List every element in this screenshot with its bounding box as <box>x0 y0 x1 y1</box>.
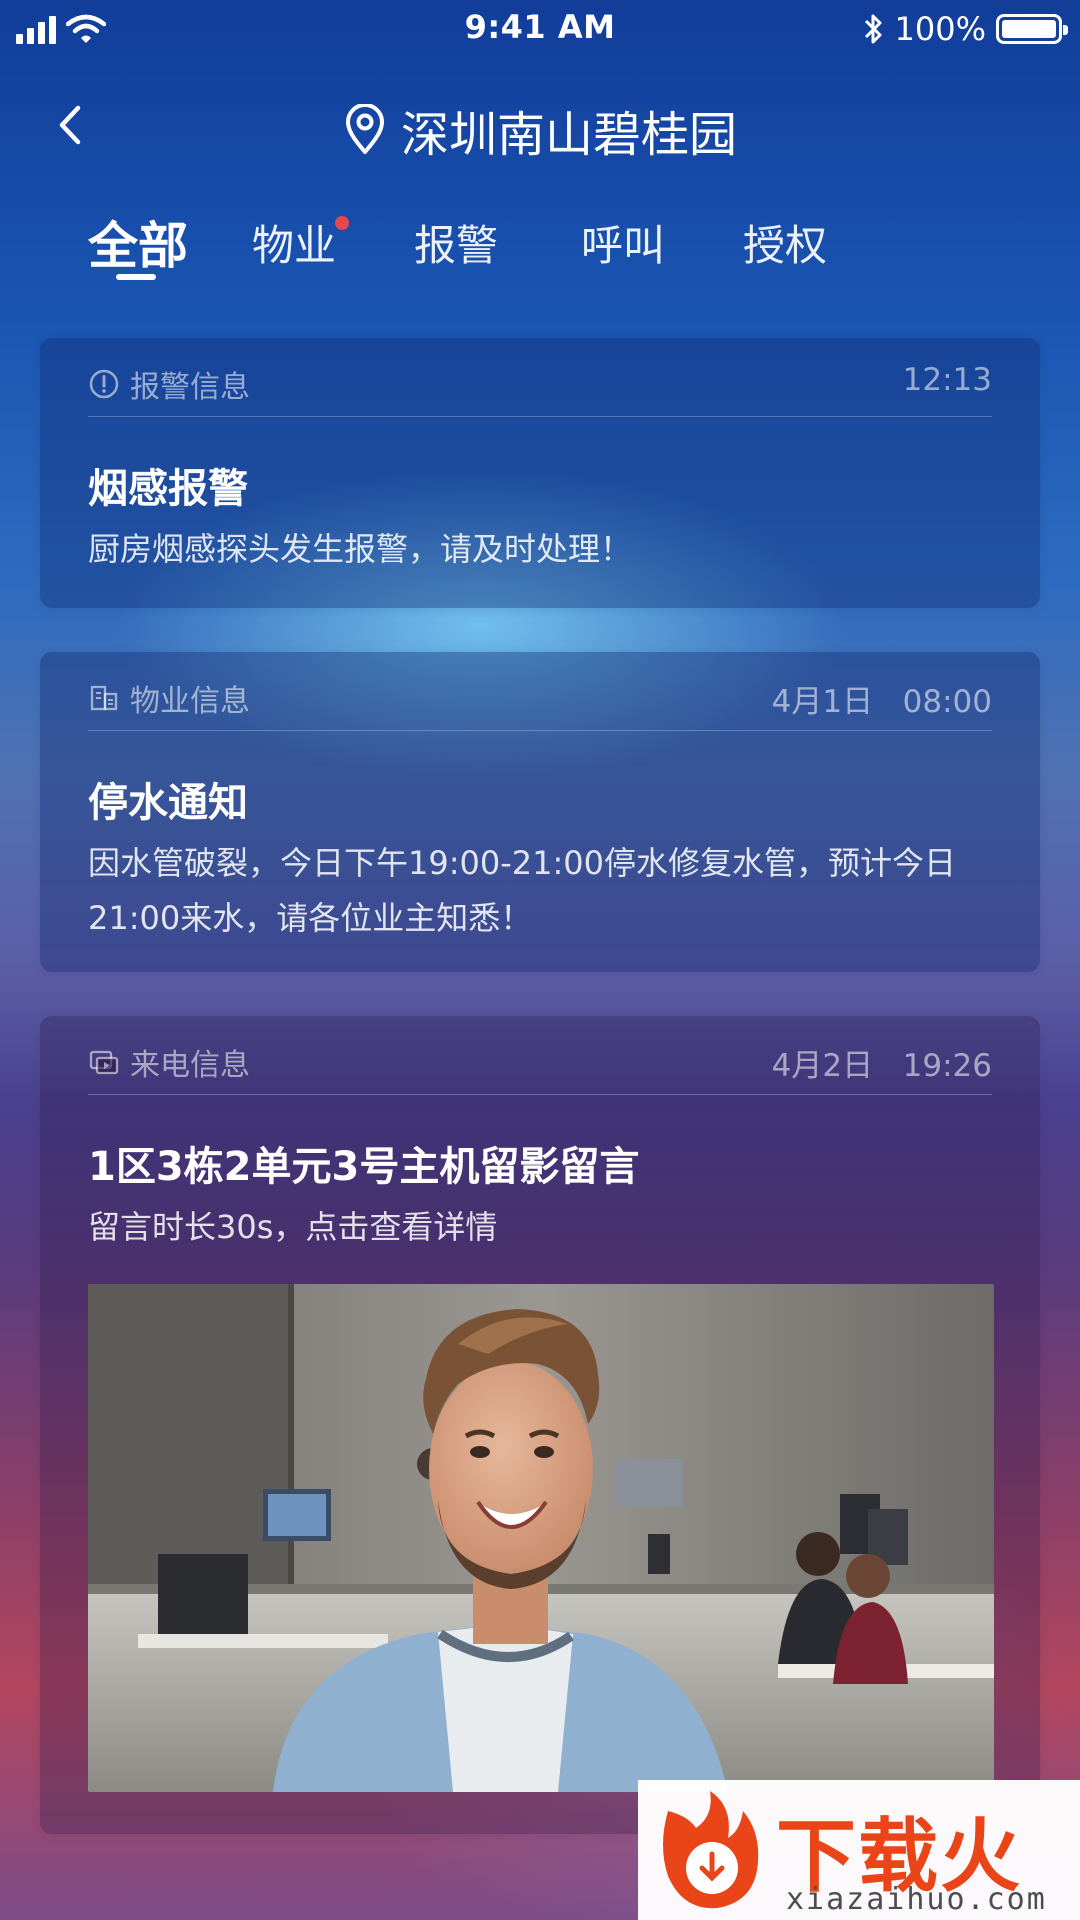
battery-percent: 100% <box>894 10 986 48</box>
bluetooth-icon <box>864 14 882 44</box>
card-time: 4月1日 08:00 <box>771 684 992 720</box>
card-type-label: 来电信息 <box>130 1048 250 1083</box>
community-name: 深圳南山碧桂园 <box>400 107 737 163</box>
tab-authorize[interactable]: 授权 <box>743 212 827 273</box>
status-right: 100% <box>863 10 1068 48</box>
snapshot-illustration <box>88 1284 994 1792</box>
watermark-url: xiazaihuo.com <box>786 1882 1047 1917</box>
flame-download-icon <box>663 1791 759 1909</box>
card-header: 物业信息 4月1日 08:00 <box>88 672 992 731</box>
location-pin-icon <box>345 104 384 154</box>
tab-alarm[interactable]: 报警 <box>414 212 498 273</box>
video-call-icon <box>89 1050 119 1075</box>
battery-icon <box>996 14 1068 44</box>
page-title: 深圳南山碧桂园 <box>0 95 1080 165</box>
card-type: 报警信息 <box>88 362 250 406</box>
message-card-property[interactable]: 物业信息 4月1日 08:00 停水通知 因水管破裂，今日下午19:00-21:… <box>40 652 1040 972</box>
card-time: 12:13 <box>902 362 992 398</box>
card-body: 因水管破裂，今日下午19:00-21:00停水修复水管，预计今日21:00来水，… <box>88 844 956 937</box>
tab-property[interactable]: 物业 <box>252 212 336 273</box>
card-type: 来电信息 <box>88 1040 250 1084</box>
status-bar: 9:41 AM 100% <box>0 0 1080 60</box>
building-icon <box>90 685 118 711</box>
tab-all[interactable]: 全部 <box>88 206 188 278</box>
active-tab-indicator <box>116 274 156 280</box>
card-title: 烟感报警 <box>88 466 248 512</box>
card-type-label: 报警信息 <box>130 370 250 405</box>
card-type-label: 物业信息 <box>130 684 250 719</box>
card-header: 报警信息 12:13 <box>88 358 992 417</box>
message-card-alarm[interactable]: 报警信息 12:13 烟感报警 厨房烟感探头发生报警，请及时处理！ <box>40 338 1040 608</box>
card-body: 厨房烟感探头发生报警，请及时处理！ <box>88 530 633 568</box>
message-card-call[interactable]: 来电信息 4月2日 19:26 1区3栋2单元3号主机留影留言 留言时长30s，… <box>40 1016 1040 1834</box>
card-title: 停水通知 <box>88 780 248 826</box>
card-body: 留言时长30s，点击查看详情 <box>88 1208 498 1246</box>
card-time: 4月2日 19:26 <box>771 1048 992 1084</box>
video-snapshot-image[interactable] <box>88 1284 994 1792</box>
card-title: 1区3栋2单元3号主机留影留言 <box>88 1144 640 1190</box>
alert-circle-icon <box>89 369 119 399</box>
card-header: 来电信息 4月2日 19:26 <box>88 1036 992 1095</box>
property-badge-dot <box>335 216 349 230</box>
card-type: 物业信息 <box>88 676 250 720</box>
tab-call[interactable]: 呼叫 <box>581 212 665 273</box>
watermark-logo: 下载火 xiazaihuo.com <box>638 1780 1080 1920</box>
nav-bar: 深圳南山碧桂园 <box>0 80 1080 170</box>
